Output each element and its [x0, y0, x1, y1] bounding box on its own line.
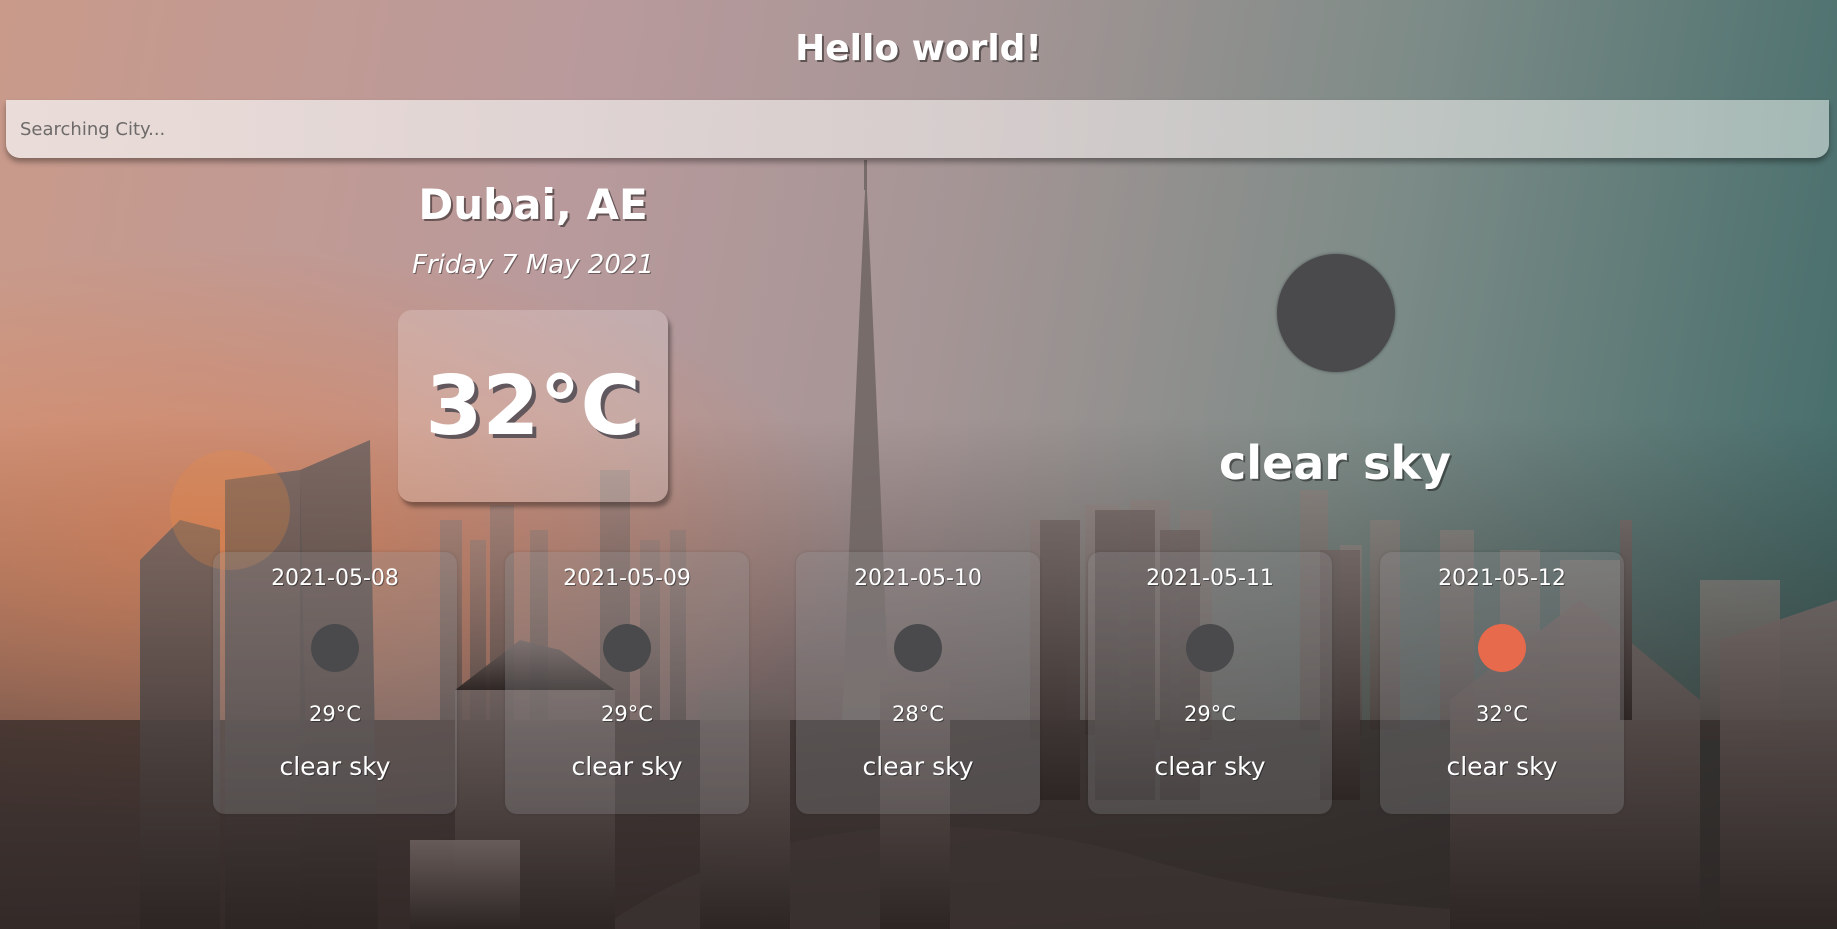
forecast-card: 2021-05-10 28°C clear sky	[796, 552, 1040, 814]
forecast-card: 2021-05-09 29°C clear sky	[505, 552, 749, 814]
clear-sky-icon	[1478, 624, 1526, 672]
clear-sky-icon	[603, 624, 651, 672]
page-title: Hello world!	[795, 28, 1042, 69]
forecast-description: clear sky	[1446, 752, 1558, 781]
forecast-description: clear sky	[571, 752, 683, 781]
forecast-card: 2021-05-11 29°C clear sky	[1088, 552, 1332, 814]
current-temperature: 32°C	[425, 358, 641, 454]
forecast-temperature: 32°C	[1476, 702, 1528, 726]
clear-sky-icon	[1186, 624, 1234, 672]
forecast-temperature: 29°C	[309, 702, 361, 726]
forecast-temperature: 28°C	[892, 702, 944, 726]
forecast-description: clear sky	[1154, 752, 1266, 781]
city-search-input[interactable]	[6, 100, 1829, 158]
current-temperature-box: 32°C	[398, 310, 668, 502]
forecast-card: 2021-05-08 29°C clear sky	[213, 552, 457, 814]
forecast-date: 2021-05-09	[563, 566, 691, 591]
clear-sky-icon	[1277, 254, 1395, 372]
forecast-date: 2021-05-12	[1438, 566, 1566, 591]
forecast-date: 2021-05-11	[1146, 566, 1274, 591]
clear-sky-icon	[894, 624, 942, 672]
current-location: Dubai, AE	[418, 180, 648, 229]
forecast-description: clear sky	[279, 752, 391, 781]
current-weather-description: clear sky	[1219, 436, 1451, 490]
forecast-temperature: 29°C	[1184, 702, 1236, 726]
forecast-card: 2021-05-12 32°C clear sky	[1380, 552, 1624, 814]
forecast-description: clear sky	[862, 752, 974, 781]
forecast-date: 2021-05-10	[854, 566, 982, 591]
forecast-temperature: 29°C	[601, 702, 653, 726]
current-date: Friday 7 May 2021	[412, 250, 654, 280]
forecast-date: 2021-05-08	[271, 566, 399, 591]
clear-sky-icon	[311, 624, 359, 672]
